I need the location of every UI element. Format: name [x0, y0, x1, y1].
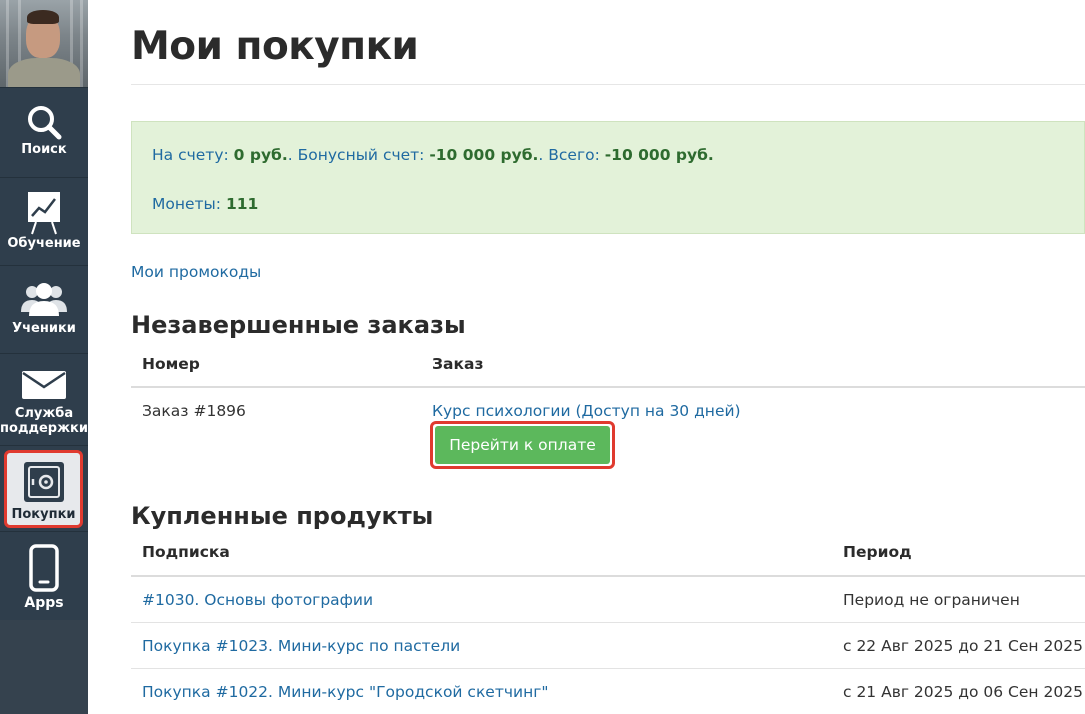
total-value: -10 000 руб. [604, 146, 714, 164]
sidebar-item-learning[interactable]: Обучение [0, 177, 88, 265]
product-period: Период не ограничен [843, 591, 1020, 609]
table-header-rule [131, 575, 1085, 577]
sidebar: Поиск Обучение Ученики Служба поддержки [0, 0, 88, 714]
smartphone-icon [29, 544, 59, 592]
divider [131, 84, 1085, 85]
coins-label: Монеты: [152, 195, 222, 213]
sidebar-item-purchases[interactable]: Покупки [0, 445, 88, 531]
account-label: На счету: [152, 146, 229, 164]
product-period: с 21 Авг 2025 до 06 Сен 2025 [843, 683, 1083, 701]
account-value: 0 руб. [233, 146, 288, 164]
safe-icon [23, 462, 64, 502]
product-period: с 22 Авг 2025 до 21 Сен 2025 [843, 637, 1083, 655]
unfinished-orders-title: Незавершенные заказы [131, 311, 466, 339]
users-icon [21, 283, 67, 316]
avatar-hair [27, 10, 59, 24]
bonus-value: -10 000 руб. [429, 146, 539, 164]
sidebar-item-label: Ученики [12, 321, 76, 336]
go-to-payment-button[interactable]: Перейти к оплате [435, 426, 610, 464]
row-divider [131, 668, 1085, 669]
product-link[interactable]: Покупка #1023. Мини-курс по пастели [142, 637, 460, 655]
purchased-products-title: Купленные продукты [131, 502, 434, 530]
column-header-subscription: Подписка [142, 543, 230, 561]
search-icon [28, 106, 62, 140]
column-header-order: Заказ [432, 355, 484, 373]
sidebar-item-search[interactable]: Поиск [0, 87, 88, 177]
sidebar-item-label: Apps [24, 595, 64, 611]
column-header-period: Период [843, 543, 912, 561]
pay-button-highlight: Перейти к оплате [430, 421, 615, 469]
balance-panel: На счету: 0 руб.. Бонусный счет: -10 000… [131, 121, 1085, 234]
coins-summary: Монеты: 111 [152, 195, 258, 213]
total-label: . Всего: [538, 146, 600, 164]
sidebar-item-students[interactable]: Ученики [0, 265, 88, 353]
promocodes-link[interactable]: Мои промокоды [131, 263, 261, 281]
product-link[interactable]: Покупка #1022. Мини-курс "Городской скет… [142, 683, 549, 701]
bonus-label: . Бонусный счет: [287, 146, 425, 164]
sidebar-item-apps[interactable]: Apps [0, 531, 88, 620]
table-header-rule [131, 386, 1085, 388]
column-header-number: Номер [142, 355, 200, 373]
sidebar-item-label: Покупки [11, 507, 76, 522]
avatar[interactable] [0, 0, 88, 87]
sidebar-item-label: Поиск [21, 142, 67, 157]
balance-summary: На счету: 0 руб.. Бонусный счет: -10 000… [152, 146, 714, 164]
avatar-shirt [8, 58, 80, 87]
page-title: Мои покупки [131, 24, 419, 69]
sidebar-item-support[interactable]: Служба поддержки [0, 353, 88, 445]
order-product-link[interactable]: Курс психологии (Доступ на 30 дней) [432, 402, 741, 420]
product-link[interactable]: #1030. Основы фотографии [142, 591, 373, 609]
sidebar-footer [0, 620, 88, 714]
coins-value: 111 [225, 195, 259, 213]
avatar-bg-stripe [80, 0, 83, 87]
sidebar-item-label: Обучение [7, 236, 81, 251]
sidebar-item-label: Служба поддержки [0, 406, 88, 436]
envelope-icon [22, 371, 66, 399]
chart-board-icon [28, 192, 60, 235]
order-number: Заказ #1896 [142, 402, 246, 420]
row-divider [131, 622, 1085, 623]
active-highlight: Покупки [4, 450, 83, 528]
